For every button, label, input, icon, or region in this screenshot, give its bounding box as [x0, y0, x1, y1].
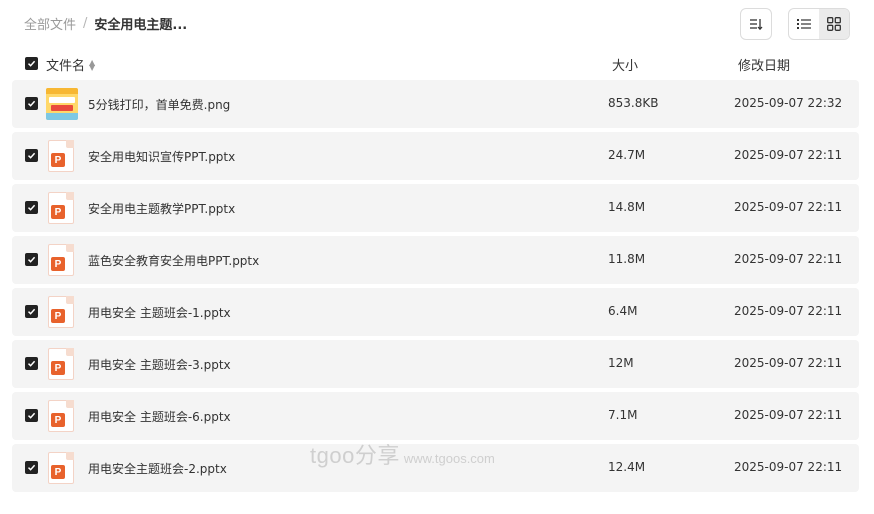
file-modified-date: 2025-09-07 22:11 [734, 460, 843, 474]
list-view-button[interactable] [789, 9, 819, 39]
file-row[interactable]: 5分钱打印，首单免费.png 853.8KB 2025-09-07 22:32 [12, 80, 859, 128]
check-icon [27, 60, 36, 67]
file-name[interactable]: 安全用电主题教学PPT.pptx [88, 200, 235, 217]
check-icon [27, 204, 36, 211]
check-icon [27, 360, 36, 367]
pptx-file-icon: P [46, 348, 78, 380]
file-name[interactable]: 用电安全主题班会-2.pptx [88, 460, 227, 477]
view-toggle [788, 8, 850, 40]
file-size: 11.8M [608, 252, 646, 266]
file-modified-date: 2025-09-07 22:32 [734, 96, 843, 110]
file-row[interactable]: P 用电安全 主题班会-6.pptx 7.1M 2025-09-07 22:11 [12, 392, 859, 440]
file-name[interactable]: 用电安全 主题班会-6.pptx [88, 408, 231, 425]
file-modified-date: 2025-09-07 22:11 [734, 356, 843, 370]
file-size: 853.8KB [608, 96, 659, 110]
file-size: 12M [608, 356, 634, 370]
file-row[interactable]: P 蓝色安全教育安全用电PPT.pptx 11.8M 2025-09-07 22… [12, 236, 859, 284]
pptx-file-icon: P [46, 400, 78, 432]
file-name[interactable]: 用电安全 主题班会-3.pptx [88, 356, 231, 373]
sort-caret-icon: ▲ ▼ [89, 57, 96, 72]
check-icon [27, 308, 36, 315]
file-row[interactable]: P 用电安全 主题班会-3.pptx 12M 2025-09-07 22:11 [12, 340, 859, 388]
file-modified-date: 2025-09-07 22:11 [734, 200, 843, 214]
list-view-icon [797, 19, 811, 29]
pptx-file-icon: P [46, 452, 78, 484]
image-thumbnail [46, 88, 78, 120]
file-name[interactable]: 蓝色安全教育安全用电PPT.pptx [88, 252, 259, 269]
file-list-header: 文件名 ▲ ▼ 大小 修改日期 [12, 52, 859, 76]
check-icon [27, 152, 36, 159]
pptx-file-icon: P [46, 192, 78, 224]
file-name[interactable]: 安全用电知识宣传PPT.pptx [88, 148, 235, 165]
row-checkbox[interactable] [25, 461, 38, 474]
file-name[interactable]: 5分钱打印，首单免费.png [88, 96, 230, 113]
column-header-name-label: 文件名 [46, 59, 86, 74]
breadcrumb-separator: / [83, 16, 88, 31]
check-icon [27, 100, 36, 107]
file-modified-date: 2025-09-07 22:11 [734, 148, 843, 162]
column-header-date[interactable]: 修改日期 [738, 55, 790, 74]
file-row[interactable]: P 安全用电知识宣传PPT.pptx 24.7M 2025-09-07 22:1… [12, 132, 859, 180]
file-size: 7.1M [608, 408, 638, 422]
pptx-file-icon: P [46, 296, 78, 328]
row-checkbox[interactable] [25, 305, 38, 318]
file-modified-date: 2025-09-07 22:11 [734, 408, 843, 422]
breadcrumb-current-folder: 安全用电主题... [94, 18, 188, 33]
file-row[interactable]: P 安全用电主题教学PPT.pptx 14.8M 2025-09-07 22:1… [12, 184, 859, 232]
grid-view-button[interactable] [819, 9, 849, 39]
sort-button[interactable] [740, 8, 772, 40]
file-size: 24.7M [608, 148, 646, 162]
row-checkbox[interactable] [25, 149, 38, 162]
column-header-size[interactable]: 大小 [612, 55, 638, 74]
select-all-checkbox[interactable] [25, 57, 38, 70]
pptx-file-icon: P [46, 140, 78, 172]
breadcrumb: 全部文件 / 安全用电主题... [24, 14, 187, 33]
check-icon [27, 464, 36, 471]
row-checkbox[interactable] [25, 357, 38, 370]
file-size: 14.8M [608, 200, 646, 214]
file-row[interactable]: P 用电安全主题班会-2.pptx 12.4M 2025-09-07 22:11 [12, 444, 859, 492]
top-bar: 全部文件 / 安全用电主题... [0, 0, 874, 48]
file-size: 6.4M [608, 304, 638, 318]
row-checkbox[interactable] [25, 253, 38, 266]
check-icon [27, 412, 36, 419]
pptx-file-icon: P [46, 244, 78, 276]
breadcrumb-root-link[interactable]: 全部文件 [24, 14, 76, 33]
row-checkbox[interactable] [25, 97, 38, 110]
file-modified-date: 2025-09-07 22:11 [734, 252, 843, 266]
check-icon [27, 256, 36, 263]
file-modified-date: 2025-09-07 22:11 [734, 304, 843, 318]
sort-icon [750, 19, 763, 31]
file-size: 12.4M [608, 460, 646, 474]
row-checkbox[interactable] [25, 201, 38, 214]
column-header-name[interactable]: 文件名 ▲ ▼ [46, 55, 95, 74]
file-name[interactable]: 用电安全 主题班会-1.pptx [88, 304, 231, 321]
file-row[interactable]: P 用电安全 主题班会-1.pptx 6.4M 2025-09-07 22:11 [12, 288, 859, 336]
grid-view-icon [827, 17, 841, 31]
row-checkbox[interactable] [25, 409, 38, 422]
